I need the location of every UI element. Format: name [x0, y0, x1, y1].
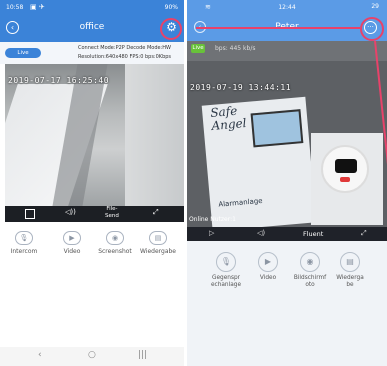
intercom-label: Gegenspr echanlage — [210, 275, 242, 288]
live-badge[interactable]: Live — [191, 44, 205, 53]
intercom-button[interactable]: 🎙 Gegenspr echanlage — [203, 249, 249, 289]
nav-home-icon[interactable]: ○ — [88, 350, 96, 360]
android-nav-bar: ‹ ○ ||| — [0, 347, 184, 366]
playback-label: Wiederga be — [336, 275, 364, 288]
device-brand: Safe Angel — [209, 103, 247, 133]
left-phone-screen: 10:58 ▣ ✈ 90% ‹ office ⚙ Live Connect Mo… — [0, 0, 184, 366]
video-icon: ▶ — [63, 231, 81, 245]
playback-button[interactable]: ▤ Wiedergabe — [138, 225, 178, 255]
file-send-button[interactable]: File- Send — [105, 206, 119, 220]
resolution-text: Resolution:640x480 FPS:0 bps:0Kbps — [78, 54, 172, 60]
speaker-icon[interactable]: ◁)) — [65, 208, 76, 216]
highlight-circle-gear — [160, 18, 182, 40]
video-label: Video — [259, 275, 277, 281]
intercom-label: Intercom — [10, 248, 38, 255]
intercom-icon: 🎙 — [216, 252, 236, 272]
detector-led — [340, 177, 350, 182]
device-screen — [250, 109, 304, 148]
video-button[interactable]: ▶ Video — [245, 249, 291, 282]
top-bar: ‹ office ⚙ — [0, 15, 184, 42]
status-time: 12:44 — [278, 4, 296, 11]
notification-icons: ▣ ✈ — [30, 3, 45, 11]
battery-level: 29 — [371, 3, 379, 10]
detector-display — [335, 159, 357, 173]
screenshot-label: Screenshot — [98, 248, 132, 255]
device-footer: Alarmanlage — [218, 196, 263, 209]
quality-selector[interactable]: Fluent — [303, 230, 323, 238]
live-badge[interactable]: Live — [5, 48, 41, 58]
video-button[interactable]: ▶ Video — [52, 225, 92, 255]
video-label: Video — [63, 248, 81, 255]
video-timestamp: 2019-07-17 16:25:40 — [8, 76, 110, 85]
video-smoke-detector — [321, 145, 369, 193]
playback-label: Wiedergabe — [139, 248, 176, 255]
play-icon[interactable]: ▷ — [209, 229, 214, 237]
live-video-view[interactable]: Live bps: 445 kb/s Safe Angel Alarmanlag… — [187, 41, 387, 227]
nav-back-icon[interactable]: ‹ — [38, 350, 42, 360]
highlight-circle-more — [360, 17, 384, 41]
right-phone-screen: ≋ 12:44 29 ‹ Peter ··· Live bps: 445 kb/… — [187, 0, 387, 366]
nav-recents-icon[interactable]: ||| — [138, 350, 147, 360]
fullscreen-icon[interactable]: ⤢ — [361, 229, 367, 238]
screenshot-icon: ◉ — [300, 252, 320, 272]
camera-title: office — [79, 22, 105, 32]
status-bar: ≋ 12:44 29 — [187, 0, 387, 14]
live-video-view[interactable]: 2019-07-17 16:25:40 — [5, 64, 184, 206]
playback-icon: ▤ — [149, 231, 167, 245]
bitrate-text: bps: 445 kb/s — [215, 45, 256, 52]
video-control-bar: ◁)) File- Send ⤢ — [5, 206, 184, 222]
speaker-icon[interactable]: ◁) — [257, 229, 265, 237]
status-bar: 10:58 ▣ ✈ 90% — [0, 0, 184, 15]
highlight-connector-top — [196, 27, 360, 29]
playback-icon: ▤ — [340, 252, 360, 272]
status-time: 10:58 — [6, 4, 24, 11]
playback-button[interactable]: ▤ Wiederga be — [327, 249, 373, 289]
fullscreen-icon[interactable]: ⤢ — [153, 208, 159, 217]
video-wall — [125, 64, 184, 206]
battery-level: 90% — [164, 4, 178, 11]
video-device-box: Safe Angel Alarmanlage — [201, 96, 317, 227]
connect-mode-text: Connect Mode:P2P Decode Mode:HW — [78, 45, 171, 51]
camera-icon: ◉ — [106, 231, 124, 245]
action-bar: 🎙 Intercom ▶ Video ◉ Screenshot ▤ Wieder… — [0, 222, 184, 262]
video-timestamp: 2019-07-19 13:44:11 — [190, 83, 292, 92]
empty-area — [0, 262, 184, 347]
screenshot-button[interactable]: ◉ Screenshot — [95, 225, 135, 255]
intercom-button[interactable]: 🎙 Intercom — [4, 225, 44, 255]
mic-icon: 🎙 — [15, 231, 33, 245]
video-icon: ▶ — [258, 252, 278, 272]
action-bar: 🎙 Gegenspr echanlage ▶ Video ◉ Bildschir… — [187, 241, 387, 366]
stream-info-bar: Live Connect Mode:P2P Decode Mode:HW Res… — [0, 42, 184, 64]
video-control-bar: ▷ ◁) Fluent ⤢ — [187, 227, 387, 241]
online-users-text: Online Nutzer:1 — [189, 216, 236, 223]
stop-icon[interactable] — [25, 209, 35, 219]
